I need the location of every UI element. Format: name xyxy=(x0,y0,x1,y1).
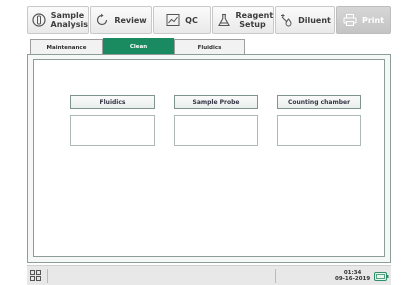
counting-chamber-result-box xyxy=(277,115,361,146)
review-icon xyxy=(97,13,108,26)
qc-chart-icon xyxy=(166,14,180,26)
qc-label: QC xyxy=(185,15,198,25)
clean-panel: Fluidics Sample Probe Counting chamber xyxy=(27,54,391,263)
qc-button[interactable]: QC xyxy=(153,6,211,34)
clean-panel-inner: Fluidics Sample Probe Counting chamber xyxy=(33,59,385,257)
flask-icon xyxy=(217,13,230,27)
reagent-setup-button[interactable]: Reagent Setup xyxy=(212,6,274,34)
main-toolbar: Sample Analysis Review QC Reagent Setup xyxy=(27,6,391,34)
sample-analysis-button[interactable]: Sample Analysis xyxy=(27,6,89,34)
print-label: Print xyxy=(361,15,385,25)
app-screen: Sample Analysis Review QC Reagent Setup xyxy=(27,0,391,285)
diluent-button[interactable]: Diluent xyxy=(275,6,335,34)
tab-fluidics[interactable]: Fluidics xyxy=(174,39,245,55)
sample-probe-result-box xyxy=(174,115,258,146)
menu-grid-icon[interactable] xyxy=(30,270,41,281)
diluent-icon xyxy=(281,14,292,27)
fluidics-result-box xyxy=(70,115,155,146)
tab-maintenance[interactable]: Maintenance xyxy=(30,39,103,55)
tab-clean[interactable]: Clean xyxy=(103,38,174,55)
reagent-setup-label: Reagent Setup xyxy=(235,11,274,29)
counting-chamber-button[interactable]: Counting chamber xyxy=(277,95,361,109)
sample-probe-button[interactable]: Sample Probe xyxy=(174,95,258,109)
clock: 01:34 09-16-2019 xyxy=(335,270,370,282)
status-divider xyxy=(275,269,276,283)
clock-date: 09-16-2019 xyxy=(335,276,371,282)
sample-analysis-icon xyxy=(31,13,46,27)
fluidics-button[interactable]: Fluidics xyxy=(70,95,155,109)
status-bar: 01:34 09-16-2019 xyxy=(27,265,391,285)
maintenance-tabs: Maintenance Clean Fluidics xyxy=(27,38,391,55)
printer-icon xyxy=(343,14,357,26)
review-button[interactable]: Review xyxy=(90,6,152,34)
sample-analysis-label: Sample Analysis xyxy=(50,11,89,29)
battery-icon xyxy=(374,272,389,281)
print-button[interactable]: Print xyxy=(336,6,391,34)
diluent-label: Diluent xyxy=(298,15,331,25)
review-label: Review xyxy=(114,15,147,25)
status-divider xyxy=(47,269,48,283)
